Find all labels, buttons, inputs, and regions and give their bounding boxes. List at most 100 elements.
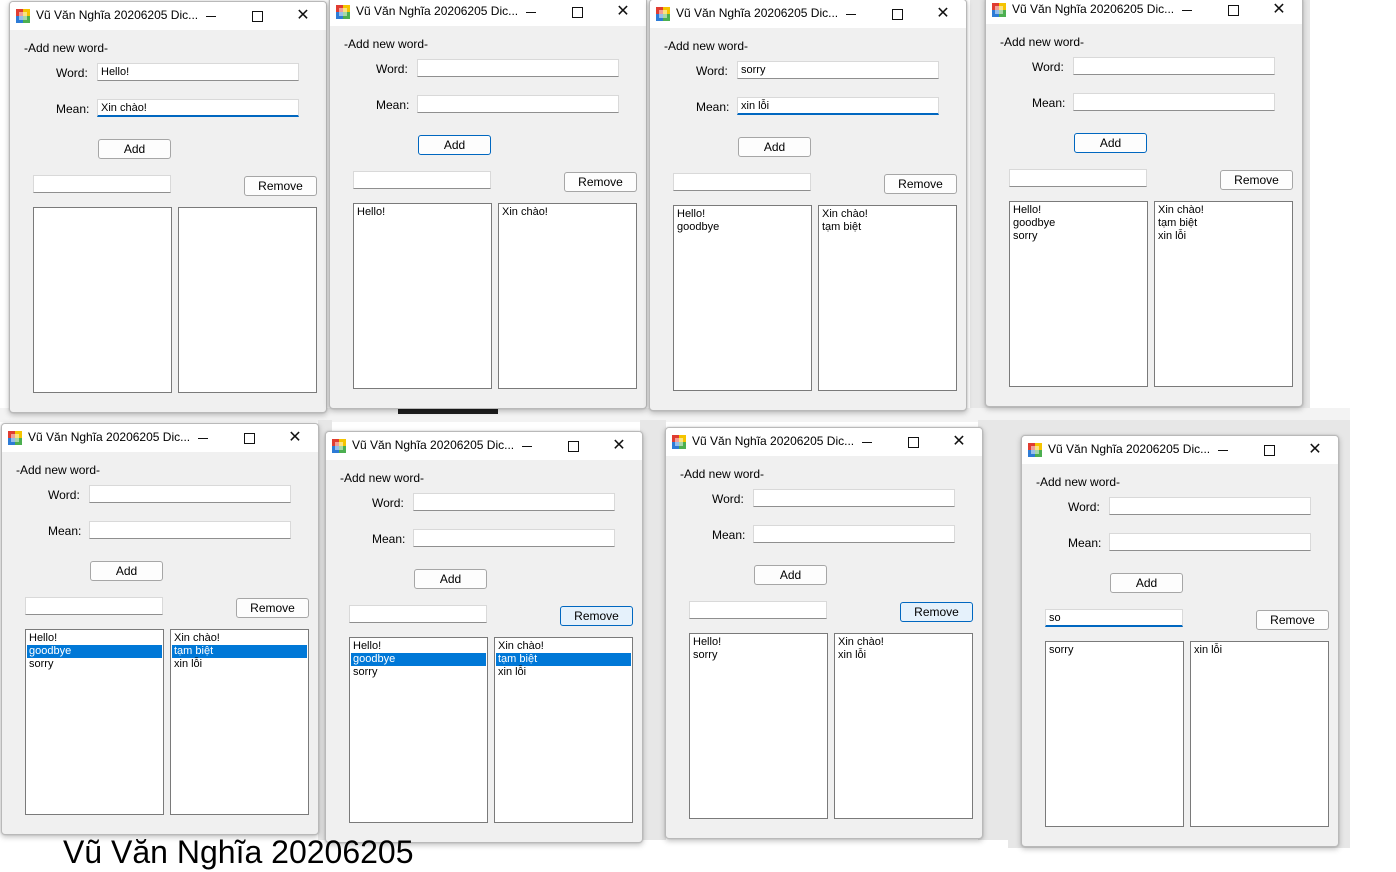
- word-list[interactable]: Hello! goodbye: [673, 205, 812, 391]
- list-item[interactable]: goodbye: [1011, 217, 1146, 230]
- search-input[interactable]: [33, 175, 171, 193]
- remove-button[interactable]: Remove: [900, 602, 973, 622]
- title-bar[interactable]: Vũ Văn Nghĩa 20206205 Dic... ✕: [1022, 436, 1338, 464]
- add-button[interactable]: Add: [1110, 573, 1183, 593]
- mean-input[interactable]: [413, 529, 615, 547]
- add-button[interactable]: Add: [414, 569, 487, 589]
- word-input[interactable]: [753, 489, 955, 507]
- remove-button[interactable]: Remove: [236, 598, 309, 618]
- list-item[interactable]: xin lỗi: [172, 658, 307, 671]
- list-item[interactable]: goodbye: [675, 221, 810, 234]
- list-item[interactable]: Hello!: [351, 640, 486, 653]
- list-item[interactable]: Hello!: [1011, 204, 1146, 217]
- list-item[interactable]: xin lỗi: [496, 666, 631, 679]
- mean-input[interactable]: [417, 95, 619, 113]
- list-item[interactable]: tạm biệt: [496, 653, 631, 666]
- list-item[interactable]: Xin chào!: [496, 640, 631, 653]
- remove-button[interactable]: Remove: [1220, 170, 1293, 190]
- add-button[interactable]: Add: [98, 139, 171, 159]
- maximize-button[interactable]: [890, 428, 936, 456]
- search-input[interactable]: [353, 171, 491, 189]
- maximize-button[interactable]: [226, 424, 272, 452]
- list-item[interactable]: sorry: [351, 666, 486, 679]
- word-input[interactable]: sorry: [737, 61, 939, 79]
- remove-button[interactable]: Remove: [564, 172, 637, 192]
- remove-button[interactable]: Remove: [560, 606, 633, 626]
- list-item[interactable]: tạm biệt: [820, 221, 955, 234]
- list-item[interactable]: tạm biệt: [172, 645, 307, 658]
- list-item[interactable]: Hello!: [355, 206, 490, 219]
- close-button[interactable]: ✕: [920, 0, 966, 28]
- meaning-list[interactable]: Xin chào! tạm biệt xin lỗi: [170, 629, 309, 815]
- maximize-button[interactable]: [554, 0, 600, 26]
- list-item[interactable]: goodbye: [27, 645, 162, 658]
- list-item[interactable]: sorry: [1047, 644, 1182, 657]
- close-button[interactable]: ✕: [600, 0, 646, 26]
- close-button[interactable]: ✕: [596, 432, 642, 460]
- search-input[interactable]: so: [1045, 609, 1183, 627]
- add-button[interactable]: Add: [754, 565, 827, 585]
- maximize-button[interactable]: [550, 432, 596, 460]
- meaning-list[interactable]: Xin chào! tạm biệt: [818, 205, 957, 391]
- add-button[interactable]: Add: [90, 561, 163, 581]
- minimize-button[interactable]: [188, 2, 234, 30]
- word-list[interactable]: [33, 207, 172, 393]
- mean-input[interactable]: xin lỗi: [737, 97, 939, 115]
- list-item[interactable]: sorry: [1011, 230, 1146, 243]
- maximize-button[interactable]: [1246, 436, 1292, 464]
- close-button[interactable]: ✕: [1256, 0, 1302, 24]
- mean-input[interactable]: [753, 525, 955, 543]
- meaning-list[interactable]: Xin chào! tạm biệt xin lỗi: [494, 637, 633, 823]
- list-item[interactable]: Xin chào!: [1156, 204, 1291, 217]
- mean-input[interactable]: [1073, 93, 1275, 111]
- title-bar[interactable]: Vũ Văn Nghĩa 20206205 Dic... ✕: [986, 0, 1302, 24]
- maximize-button[interactable]: [874, 0, 920, 28]
- meaning-list[interactable]: Xin chào!: [498, 203, 637, 389]
- meaning-list[interactable]: Xin chào! xin lỗi: [834, 633, 973, 819]
- word-list[interactable]: Hello!: [353, 203, 492, 389]
- title-bar[interactable]: Vũ Văn Nghĩa 20206205 Dic... ✕: [330, 0, 646, 26]
- list-item[interactable]: Xin chào!: [820, 208, 955, 221]
- minimize-button[interactable]: [1164, 0, 1210, 24]
- word-list[interactable]: Hello! sorry: [689, 633, 828, 819]
- list-item[interactable]: Xin chào!: [500, 206, 635, 219]
- search-input[interactable]: [349, 605, 487, 623]
- close-button[interactable]: ✕: [1292, 436, 1338, 464]
- mean-input[interactable]: Xin chào!: [97, 99, 299, 117]
- close-button[interactable]: ✕: [272, 424, 318, 452]
- remove-button[interactable]: Remove: [1256, 610, 1329, 630]
- minimize-button[interactable]: [508, 0, 554, 26]
- list-item[interactable]: Xin chào!: [172, 632, 307, 645]
- word-input[interactable]: [89, 485, 291, 503]
- word-list[interactable]: Hello! goodbye sorry: [25, 629, 164, 815]
- title-bar[interactable]: Vũ Văn Nghĩa 20206205 Dic... ✕: [10, 2, 326, 30]
- word-input[interactable]: [1109, 497, 1311, 515]
- list-item[interactable]: Xin chào!: [836, 636, 971, 649]
- list-item[interactable]: sorry: [27, 658, 162, 671]
- maximize-button[interactable]: [234, 2, 280, 30]
- list-item[interactable]: goodbye: [351, 653, 486, 666]
- add-button[interactable]: Add: [738, 137, 811, 157]
- list-item[interactable]: Hello!: [675, 208, 810, 221]
- word-list[interactable]: sorry: [1045, 641, 1184, 827]
- search-input[interactable]: [1009, 169, 1147, 187]
- meaning-list[interactable]: xin lỗi: [1190, 641, 1329, 827]
- word-input[interactable]: [417, 59, 619, 77]
- close-button[interactable]: ✕: [936, 428, 982, 456]
- title-bar[interactable]: Vũ Văn Nghĩa 20206205 Dic... ✕: [2, 424, 318, 452]
- search-input[interactable]: [673, 173, 811, 191]
- meaning-list[interactable]: Xin chào! tạm biệt xin lỗi: [1154, 201, 1293, 387]
- list-item[interactable]: sorry: [691, 649, 826, 662]
- word-input[interactable]: Hello!: [97, 63, 299, 81]
- list-item[interactable]: Hello!: [27, 632, 162, 645]
- minimize-button[interactable]: [504, 432, 550, 460]
- list-item[interactable]: xin lỗi: [1156, 230, 1291, 243]
- list-item[interactable]: xin lỗi: [836, 649, 971, 662]
- minimize-button[interactable]: [844, 428, 890, 456]
- search-input[interactable]: [689, 601, 827, 619]
- close-button[interactable]: ✕: [280, 2, 326, 30]
- list-item[interactable]: Hello!: [691, 636, 826, 649]
- word-input[interactable]: [413, 493, 615, 511]
- word-input[interactable]: [1073, 57, 1275, 75]
- search-input[interactable]: [25, 597, 163, 615]
